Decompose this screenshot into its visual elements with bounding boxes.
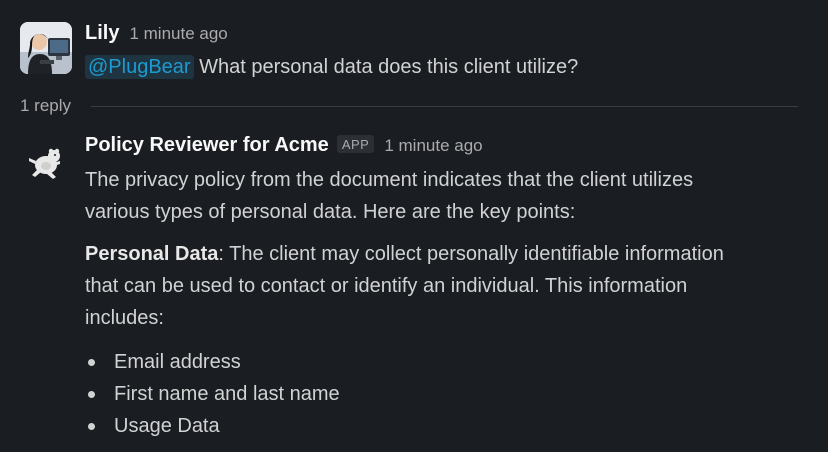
intro-line-1: The privacy policy from the document ind…: [85, 169, 694, 191]
user-mention[interactable]: @PlugBear: [85, 55, 194, 79]
list-item: Usage Data: [85, 410, 340, 442]
reply-count: 1 reply: [20, 96, 72, 115]
intro-paragraph: The privacy policy from the document ind…: [85, 164, 805, 228]
bot-avatar[interactable]: [20, 141, 72, 193]
running-bear-icon: [29, 148, 60, 179]
list-item: Email address: [85, 346, 340, 378]
message-timestamp[interactable]: 1 minute ago: [384, 136, 482, 156]
section-text-line-3: includes:: [85, 307, 164, 329]
section-label: Personal Data: [85, 243, 219, 265]
message-timestamp[interactable]: 1 minute ago: [129, 24, 227, 44]
bullet-dot-icon: [88, 391, 95, 398]
lily-avatar[interactable]: [20, 22, 72, 74]
list-item: First name and last name: [85, 378, 340, 410]
bot-header: Policy Reviewer for Acme APP 1 minute ag…: [85, 134, 483, 157]
sender-name[interactable]: Policy Reviewer for Acme: [85, 134, 329, 157]
bullet-dot-icon: [88, 359, 95, 366]
question-text: What personal data does this client util…: [199, 56, 579, 78]
section-text-line-2: that can be used to contact or identify …: [85, 275, 688, 297]
lily-message-text: @PlugBear What personal data does this c…: [85, 55, 579, 79]
divider-line: [91, 105, 798, 107]
person-at-computer-avatar-icon: [20, 22, 72, 74]
intro-line-2: various types of personal data. Here are…: [85, 201, 576, 223]
app-badge: APP: [336, 135, 375, 153]
thread-reply-divider: 1 reply: [20, 96, 798, 116]
section-text-line-1: : The client may collect personally iden…: [218, 243, 724, 265]
bullet-dot-icon: [88, 423, 95, 430]
sender-name[interactable]: Lily: [85, 22, 119, 45]
personal-data-paragraph: Personal Data: The client may collect pe…: [85, 238, 805, 334]
lily-header: Lily 1 minute ago: [85, 22, 228, 45]
personal-data-list: Email address First name and last name U…: [85, 346, 340, 442]
